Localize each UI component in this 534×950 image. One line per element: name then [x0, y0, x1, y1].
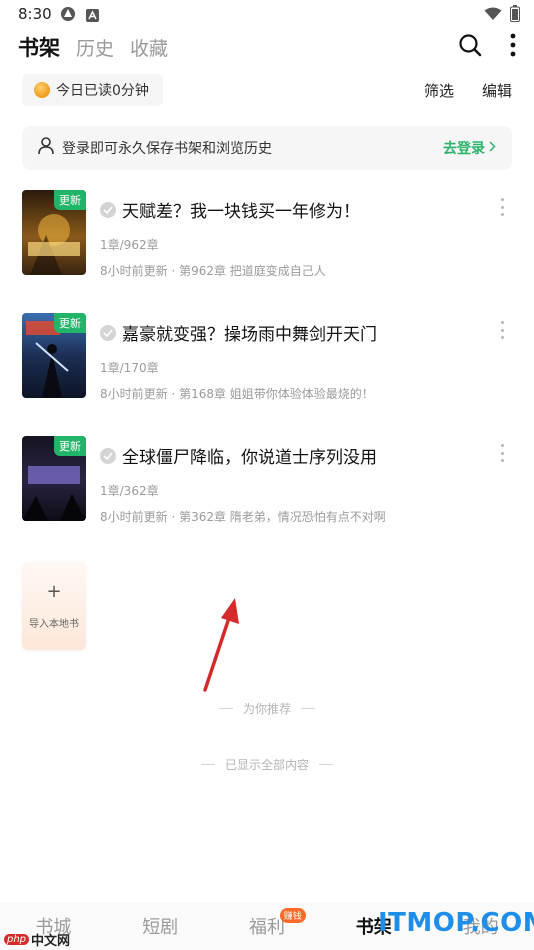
app-notification-icon	[86, 7, 99, 26]
plus-icon: +	[46, 580, 62, 602]
battery-icon	[510, 5, 520, 26]
check-icon	[100, 201, 116, 218]
status-bar: 8:30	[0, 0, 534, 28]
book-cover[interactable]: 更新	[22, 436, 86, 521]
status-left-icons	[60, 6, 99, 26]
end-of-list-divider: 已显示全部内容	[0, 756, 534, 773]
check-icon	[100, 447, 116, 464]
login-banner-text: 登录即可永久保存书架和浏览历史	[62, 141, 272, 157]
login-link[interactable]: 去登录	[443, 138, 496, 158]
book-item[interactable]: 更新 全球僵尸降临，你说道士序列没用 1章/362章 8小时前更新 · 第362…	[22, 436, 517, 536]
earn-badge: 赚钱	[279, 908, 306, 923]
today-reading-chip[interactable]: 今日已读0分钟	[22, 74, 163, 106]
filter-actions: 筛选 编辑	[424, 80, 512, 101]
nav-label: 短剧	[142, 917, 179, 938]
book-more-icon[interactable]	[497, 198, 507, 216]
book-title-row: 嘉豪就变强？操场雨中舞剑开天门	[100, 320, 377, 345]
tab-bookshelf[interactable]: 书架	[18, 32, 60, 62]
end-of-list-label: 已显示全部内容	[224, 758, 309, 772]
book-progress: 1章/962章	[100, 238, 159, 252]
recommend-divider: 为你推荐	[0, 700, 534, 717]
today-reading-label: 今日已读0分钟	[56, 83, 149, 99]
status-right-icons	[484, 5, 520, 26]
book-title-row: 天赋差？我一块钱买一年修为！	[100, 197, 360, 222]
book-cover[interactable]: 更新	[22, 313, 86, 398]
book-update-info: 8小时前更新 · 第962章 把道庭变成自己人	[100, 264, 326, 278]
watermark-php: php 中文网	[4, 930, 70, 949]
wifi-icon	[484, 6, 502, 25]
book-progress: 1章/170章	[100, 361, 159, 375]
more-vertical-icon[interactable]	[510, 33, 516, 61]
chevron-right-icon	[489, 140, 496, 156]
update-badge: 更新	[54, 190, 86, 210]
top-tabs: 书架 历史 收藏	[18, 32, 168, 62]
red-arrow-annotation	[203, 598, 239, 692]
search-icon[interactable]	[458, 33, 482, 61]
vpn-icon	[60, 6, 76, 26]
coin-icon	[34, 82, 50, 98]
top-actions	[458, 33, 516, 61]
book-cover[interactable]: 更新	[22, 190, 86, 275]
tab-history[interactable]: 历史	[76, 34, 114, 61]
status-time: 8:30	[18, 5, 52, 23]
edit-button[interactable]: 编辑	[482, 80, 512, 101]
update-badge: 更新	[54, 436, 86, 456]
book-item[interactable]: 更新 天赋差？我一块钱买一年修为！ 1章/962章 8小时前更新 · 第962章…	[22, 190, 517, 290]
import-local-book-label: 导入本地书	[29, 618, 79, 630]
watermark-itmop: ITMOP.COM	[378, 908, 534, 938]
watermark-php-text: 中文网	[31, 934, 71, 949]
import-local-book-button[interactable]: + 导入本地书	[22, 562, 86, 650]
book-more-icon[interactable]	[497, 321, 507, 339]
update-badge: 更新	[54, 313, 86, 333]
check-icon	[100, 324, 116, 341]
nav-short-drama[interactable]: 短剧	[107, 902, 214, 950]
nav-welfare[interactable]: 福利 赚钱	[214, 902, 321, 950]
login-banner[interactable]: 登录即可永久保存书架和浏览历史 去登录	[22, 126, 512, 170]
watermark-php-badge: php	[4, 934, 30, 945]
book-title: 天赋差？我一块钱买一年修为！	[122, 202, 360, 222]
tab-favorites[interactable]: 收藏	[130, 34, 168, 61]
user-icon	[38, 137, 54, 159]
filter-button[interactable]: 筛选	[424, 80, 454, 101]
book-title: 嘉豪就变强？操场雨中舞剑开天门	[122, 325, 377, 345]
book-update-info: 8小时前更新 · 第362章 隋老弟，情况恐怕有点不对啊	[100, 510, 386, 524]
login-link-label: 去登录	[443, 141, 485, 157]
recommend-label: 为你推荐	[242, 702, 291, 716]
book-title: 全球僵尸降临，你说道士序列没用	[122, 448, 377, 468]
book-title-row: 全球僵尸降临，你说道士序列没用	[100, 443, 377, 468]
book-more-icon[interactable]	[497, 444, 507, 462]
book-item[interactable]: 更新 嘉豪就变强？操场雨中舞剑开天门 1章/170章 8小时前更新 · 第168…	[22, 313, 517, 413]
book-update-info: 8小时前更新 · 第168章 姐姐带你体验体验最烧的！	[100, 387, 374, 401]
book-progress: 1章/362章	[100, 484, 159, 498]
